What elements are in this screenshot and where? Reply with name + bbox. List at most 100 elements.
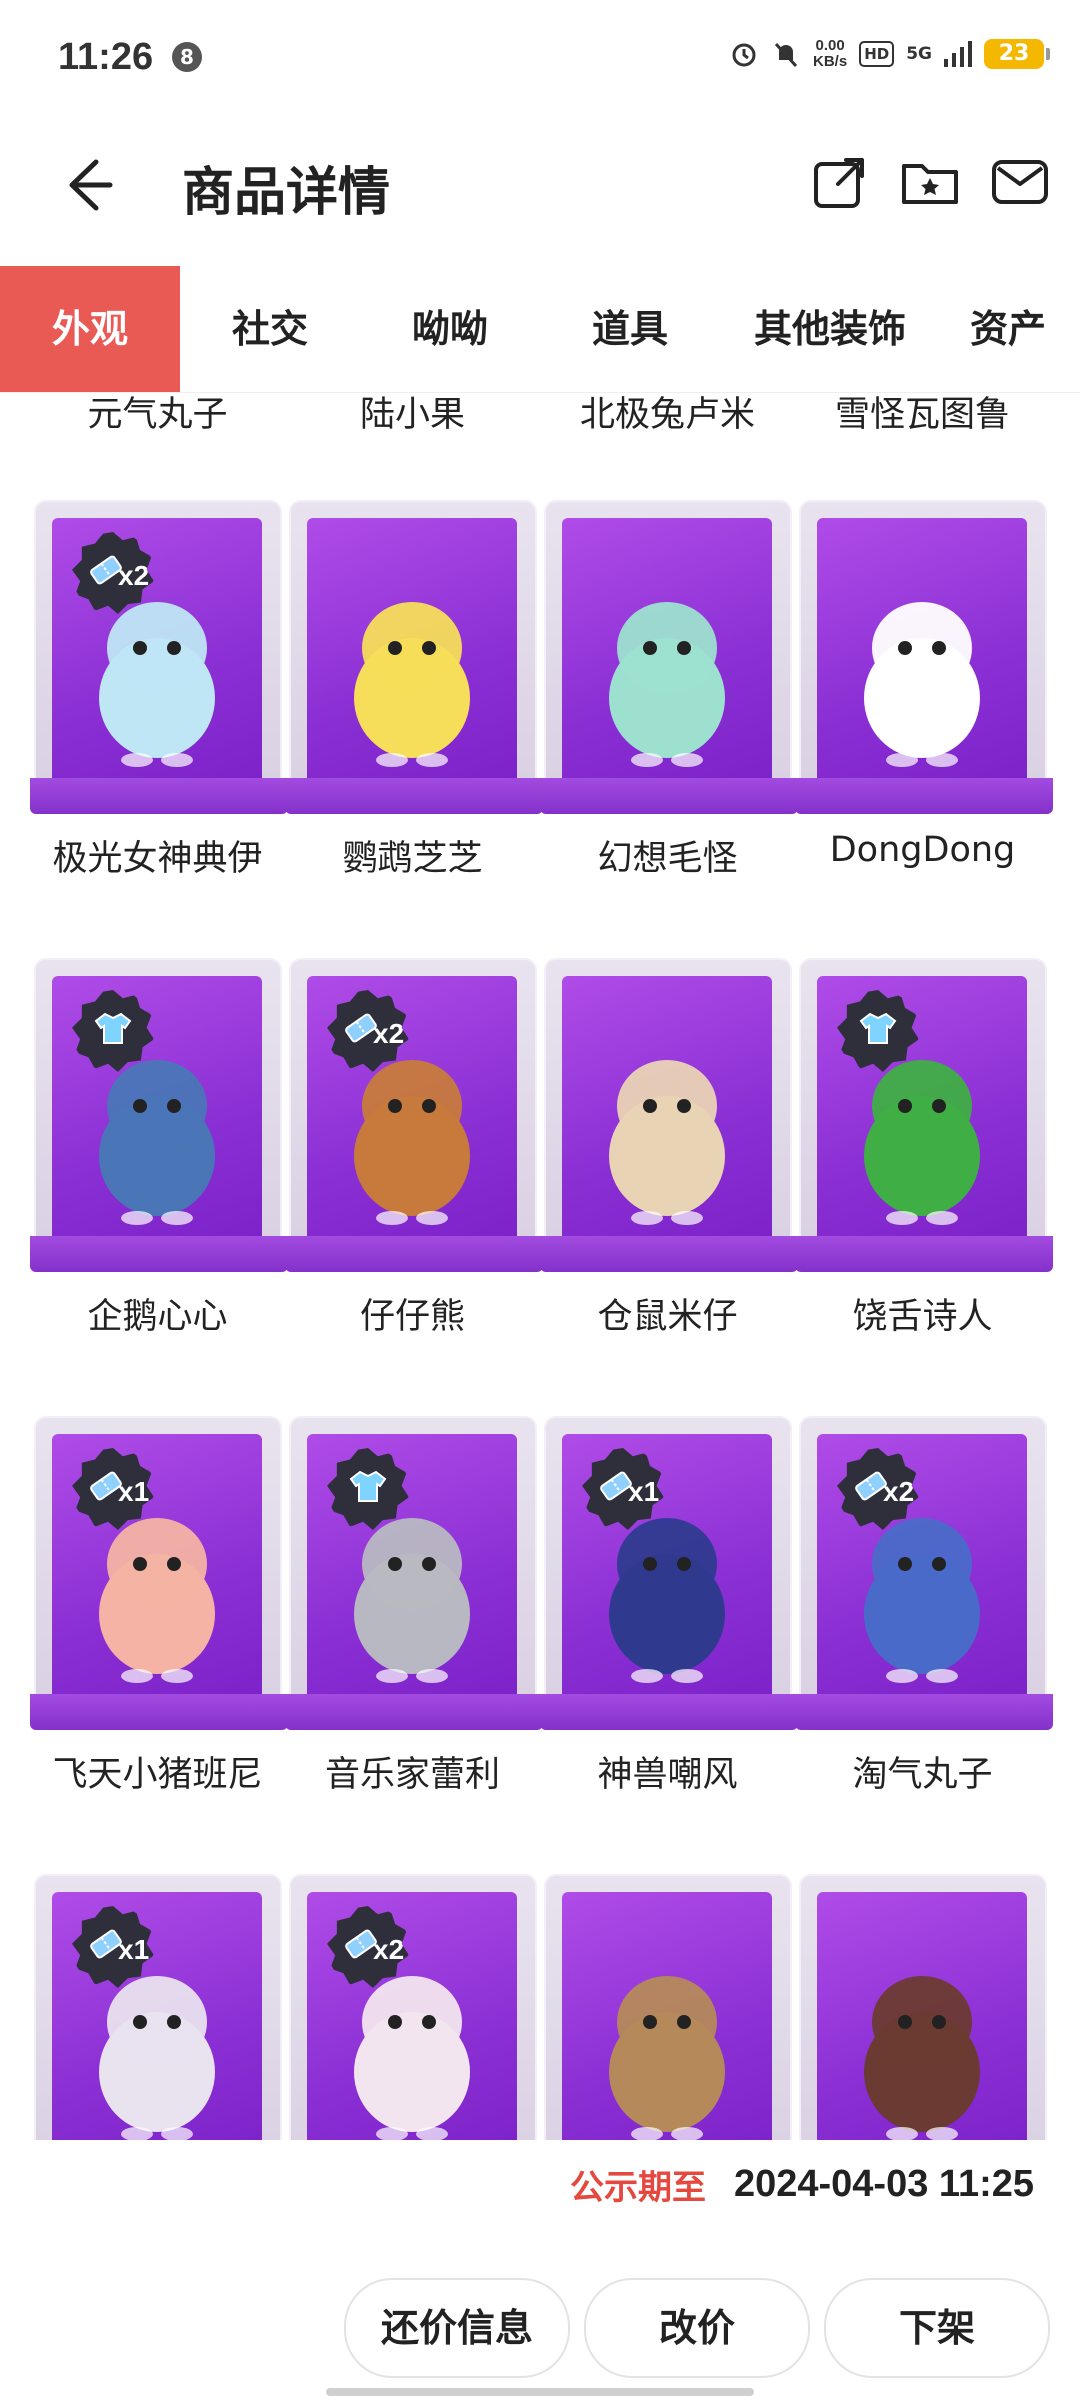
display-backdrop: x2 <box>52 518 262 788</box>
character-figure <box>354 602 470 767</box>
display-base <box>30 1694 288 1730</box>
item-name: 飞天小猪班尼 <box>52 1755 263 1795</box>
item-grid: 元气丸子 陆小果 北极兔卢米 雪怪瓦图鲁 x2 极光女神典伊 鹦鹉芝芝 幻想毛怪 Don… <box>0 392 1080 2140</box>
display-case <box>540 958 798 1272</box>
tab-assets[interactable]: 资产 <box>940 266 1080 392</box>
share-icon[interactable] <box>808 150 872 214</box>
item-card[interactable] <box>540 1874 795 2140</box>
display-case <box>285 500 543 814</box>
display-base <box>540 1236 798 1272</box>
display-case: x2 <box>30 500 288 814</box>
display-backdrop <box>52 976 262 1246</box>
item-name: 仔仔熊 <box>359 1297 465 1337</box>
display-base <box>285 1694 543 1730</box>
item-name: 元气丸子 <box>87 395 228 435</box>
item-card[interactable]: 鹦鹉芝芝 <box>285 500 543 879</box>
tab-props[interactable]: 道具 <box>540 266 720 392</box>
display-case: x1 <box>34 1874 282 2140</box>
display-case <box>540 500 798 814</box>
display-case: x1 <box>30 1416 288 1730</box>
display-case <box>285 1416 543 1730</box>
change-price-button[interactable]: 改价 <box>584 2278 810 2378</box>
publicity-deadline: 2024-04-03 11:25 <box>733 2163 1034 2205</box>
item-card[interactable]: x2 极光女神典伊 <box>30 500 288 879</box>
display-backdrop <box>562 976 772 1246</box>
shirt-icon <box>859 1012 897 1044</box>
network-type: 5G <box>906 44 932 64</box>
display-base <box>795 1694 1053 1730</box>
network-speed: 0.00 KB/s <box>813 38 847 70</box>
shirt-icon <box>349 1470 387 1502</box>
publicity-period: 公示期至 2024-04-03 11:25 <box>570 2160 1034 2209</box>
display-base <box>540 1694 798 1730</box>
display-backdrop <box>307 1434 517 1704</box>
item-card[interactable]: 饶舌诗人 <box>795 958 1053 1337</box>
item-name: 北极兔卢米 <box>579 395 755 435</box>
item-card[interactable]: 音乐家蕾利 <box>285 1416 543 1795</box>
character-figure <box>609 1060 725 1225</box>
tab-youyou[interactable]: 呦呦 <box>360 266 540 392</box>
item-name: 饶舌诗人 <box>852 1297 993 1337</box>
item-name: 音乐家蕾利 <box>324 1755 500 1795</box>
character-figure <box>609 1976 725 2140</box>
mail-icon[interactable] <box>988 150 1052 214</box>
badge-count: x2 <box>373 1018 405 1049</box>
item-card[interactable]: x1 飞天小猪班尼 <box>30 1416 288 1795</box>
display-backdrop <box>562 518 772 788</box>
display-backdrop <box>817 518 1027 788</box>
display-backdrop <box>562 1892 772 2140</box>
back-arrow-icon[interactable] <box>50 150 120 220</box>
item-name: 雪怪瓦图鲁 <box>834 395 1010 435</box>
clock: 11:26 <box>58 36 154 78</box>
bottom-action-bar: 公示期至 2024-04-03 11:25 还价信息 改价 下架 <box>0 2140 1080 2400</box>
display-backdrop: x1 <box>52 1434 262 1704</box>
item-card[interactable]: DongDong <box>795 500 1053 870</box>
item-name: 仓鼠米仔 <box>597 1297 738 1337</box>
page-title: 商品详情 <box>182 163 391 223</box>
display-backdrop: x2 <box>307 1892 517 2140</box>
display-backdrop: x2 <box>307 976 517 1246</box>
display-backdrop <box>817 976 1027 1246</box>
shirt-icon <box>94 1012 132 1044</box>
status-icons: 0.00 KB/s HD 5G 23 <box>729 38 1050 70</box>
alarm-icon <box>732 43 756 67</box>
character-figure <box>609 602 725 767</box>
battery-indicator: 23 <box>984 39 1050 69</box>
network-speed-unit: KB/s <box>813 53 848 70</box>
display-base <box>795 1236 1053 1272</box>
display-case <box>799 1874 1047 2140</box>
badge-count: x1 <box>118 1934 150 1965</box>
character-figure <box>864 1976 980 2140</box>
display-backdrop: x1 <box>562 1434 772 1704</box>
item-name: 淘气丸子 <box>852 1755 993 1795</box>
item-card[interactable]: x2 仔仔熊 <box>285 958 543 1337</box>
display-case <box>544 1874 792 2140</box>
display-backdrop <box>307 518 517 788</box>
badge-count: x2 <box>883 1476 915 1507</box>
category-tabs: 外观 社交 呦呦 道具 其他装饰 资产 <box>0 266 1080 393</box>
item-card[interactable] <box>795 1874 1050 2140</box>
item-card[interactable]: x1 神兽嘲风 <box>540 1416 798 1795</box>
display-backdrop: x2 <box>817 1434 1027 1704</box>
delist-button[interactable]: 下架 <box>824 2278 1050 2378</box>
character-figure <box>864 602 980 767</box>
counter-offer-info-button[interactable]: 还价信息 <box>344 2278 570 2378</box>
tab-other-decorations[interactable]: 其他装饰 <box>720 266 940 392</box>
display-base <box>30 778 288 814</box>
display-case: x2 <box>795 1416 1053 1730</box>
display-base <box>540 778 798 814</box>
tab-appearance[interactable]: 外观 <box>0 266 180 392</box>
mute-bell-icon <box>774 42 798 68</box>
item-card[interactable]: x2 淘气丸子 <box>795 1416 1053 1795</box>
item-card[interactable]: 幻想毛怪 <box>540 500 798 879</box>
item-card[interactable]: 仓鼠米仔 <box>540 958 798 1337</box>
item-card[interactable]: 企鹅心心 <box>30 958 288 1337</box>
network-speed-value: 0.00 <box>815 37 845 54</box>
display-case: x2 <box>285 958 543 1272</box>
item-name: 陆小果 <box>359 395 465 435</box>
home-indicator[interactable] <box>326 2388 754 2396</box>
item-card[interactable]: x2 <box>285 1874 540 2140</box>
tab-social[interactable]: 社交 <box>180 266 360 392</box>
item-card[interactable]: x1 <box>30 1874 285 2140</box>
favorite-folder-icon[interactable] <box>898 150 962 214</box>
